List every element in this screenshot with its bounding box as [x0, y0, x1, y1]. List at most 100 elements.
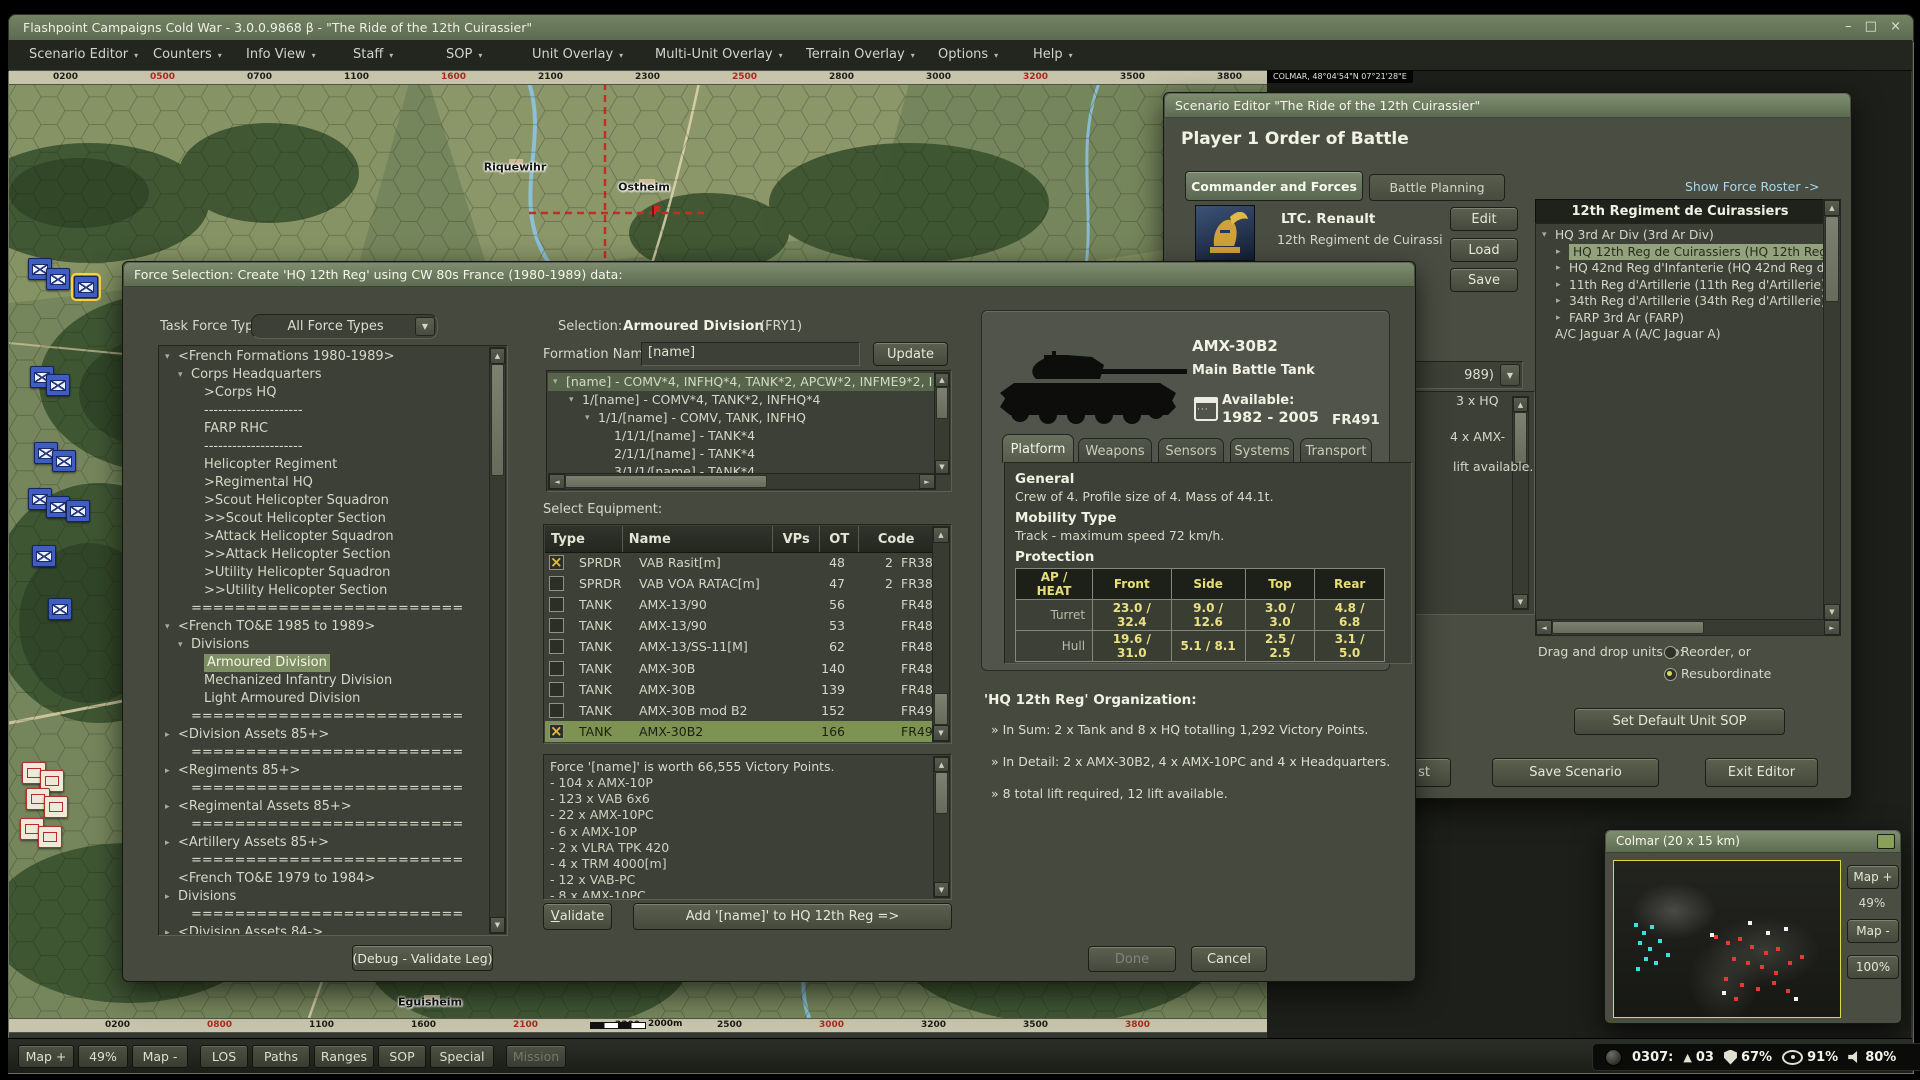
- tree-item[interactable]: ▸34th Reg d'Artillerie (34th Reg d'Artil…: [1537, 293, 1823, 310]
- tree-item[interactable]: =========================: [160, 708, 490, 726]
- show-force-roster-link[interactable]: Show Force Roster ->: [1685, 179, 1819, 194]
- equipment-row[interactable]: TANKAMX-13/9056FR483: [545, 594, 934, 615]
- chevron-collapsed-icon[interactable]: ▸: [165, 834, 178, 852]
- tree-item[interactable]: Helicopter Regiment: [160, 456, 490, 474]
- chevron-down-icon[interactable]: ▼: [1500, 364, 1520, 386]
- resubordinate-label[interactable]: Resubordinate: [1681, 666, 1771, 681]
- statusbar-sop[interactable]: SOP: [378, 1045, 426, 1068]
- chevron-collapsed-icon[interactable]: ▸: [1556, 277, 1569, 294]
- tree-item[interactable]: >>Scout Helicopter Section: [160, 510, 490, 528]
- tree-item[interactable]: ▾[name] - COMV*4, INFHQ*4, TANK*2, APCW*…: [548, 373, 936, 391]
- equipment-row[interactable]: SPRDRVAB VOA RATAC[m]472FR388: [545, 573, 934, 594]
- menu-info-view[interactable]: Info View▾: [246, 40, 316, 70]
- scrollbar[interactable]: ▲ ▼: [489, 347, 506, 934]
- chevron-collapsed-icon[interactable]: ▸: [1556, 244, 1569, 261]
- equipment-row[interactable]: SPRDRVAB Rasit[m]482FR387: [545, 552, 934, 573]
- formation-name-input[interactable]: [name]: [641, 342, 860, 366]
- equipment-row[interactable]: TANKAMX-30B139FR489: [545, 679, 934, 700]
- tree-item[interactable]: >Utility Helicopter Squadron: [160, 564, 490, 582]
- tree-item[interactable]: =========================: [160, 816, 490, 834]
- minimize-button[interactable]: –: [1845, 19, 1852, 34]
- edit-button[interactable]: Edit: [1450, 207, 1518, 231]
- chevron-collapsed-icon[interactable]: ▸: [1556, 310, 1569, 327]
- tree-item[interactable]: >Attack Helicopter Squadron: [160, 528, 490, 546]
- unit-counter[interactable]: [38, 826, 62, 848]
- chevron-collapsed-icon[interactable]: ▸: [165, 888, 178, 906]
- tree-item[interactable]: >Scout Helicopter Squadron: [160, 492, 490, 510]
- unit-counter[interactable]: [44, 796, 68, 818]
- tree-item[interactable]: ---------------------: [160, 438, 490, 456]
- equipment-checkbox[interactable]: [549, 555, 564, 570]
- tree-item[interactable]: =========================: [160, 906, 490, 924]
- close-button[interactable]: ×: [1890, 19, 1901, 34]
- scrollbar[interactable]: ▲ ▼: [932, 526, 950, 742]
- equipment-checkbox[interactable]: [549, 724, 564, 739]
- chevron-collapsed-icon[interactable]: ▸: [165, 924, 178, 934]
- update-button[interactable]: Update: [873, 342, 948, 366]
- column-header-vps[interactable]: VPs: [773, 526, 820, 552]
- tree-item[interactable]: ▸HQ 12th Reg de Cuirassiers (HQ 12th Reg…: [1537, 244, 1823, 261]
- statusbar-map[interactable]: Map +: [18, 1045, 74, 1068]
- cancel-button[interactable]: Cancel: [1191, 946, 1267, 972]
- chevron-expanded-icon[interactable]: ▾: [569, 391, 582, 409]
- chevron-expanded-icon[interactable]: ▾: [585, 409, 598, 427]
- tree-item[interactable]: 2/1/1/[name] - TANK*4: [548, 445, 936, 463]
- save-scenario-button[interactable]: Save Scenario: [1492, 758, 1659, 787]
- tree-item[interactable]: ---------------------: [160, 402, 490, 420]
- done-button[interactable]: Done: [1088, 946, 1176, 972]
- menu-multi-unit-overlay[interactable]: Multi-Unit Overlay▾: [655, 40, 783, 70]
- equipment-row[interactable]: TANKAMX-30B2166FR491: [545, 721, 934, 742]
- tree-item[interactable]: >>Attack Helicopter Section: [160, 546, 490, 564]
- chevron-collapsed-icon[interactable]: ▸: [1556, 293, 1569, 310]
- debug-validate-button[interactable]: (Debug - Validate Leg): [352, 945, 493, 971]
- tree-item[interactable]: <French TO&E 1979 to 1984>: [160, 870, 490, 888]
- equipment-row[interactable]: TANKAMX-13/9053FR484: [545, 615, 934, 636]
- chevron-collapsed-icon[interactable]: ▸: [165, 762, 178, 780]
- equipment-row[interactable]: TANKAMX-13/SS-11[M]62FR485: [545, 636, 934, 657]
- column-header-type[interactable]: Type: [545, 526, 623, 552]
- statusbar-ranges[interactable]: Ranges: [314, 1045, 374, 1068]
- tab-systems[interactable]: Systems: [1230, 438, 1294, 463]
- tab-transport[interactable]: Transport: [1300, 438, 1372, 463]
- minimap-zoom-full-button[interactable]: 100%: [1847, 955, 1899, 979]
- force-tree-scrollbar[interactable]: ▲ ▼: [1823, 199, 1841, 621]
- tree-item[interactable]: ▸<Regiments 85+>: [160, 762, 490, 780]
- column-header-ot[interactable]: OT: [820, 526, 859, 552]
- equipment-checkbox[interactable]: [549, 597, 564, 612]
- tree-item[interactable]: ▸FARP 3rd Ar (FARP): [1537, 310, 1823, 327]
- tree-item[interactable]: FARP RHC: [160, 420, 490, 438]
- statusbar-map[interactable]: Map -: [132, 1045, 188, 1068]
- statusbar-paths[interactable]: Paths: [252, 1045, 310, 1068]
- equipment-checkbox[interactable]: [549, 703, 564, 718]
- minimap-zoom-in-button[interactable]: Map +: [1847, 865, 1899, 889]
- tree-item[interactable]: Armoured Division: [160, 654, 490, 672]
- set-default-unit-sop-button[interactable]: Set Default Unit SOP: [1574, 708, 1785, 735]
- minimap-mode-icon[interactable]: [1877, 834, 1895, 849]
- tab-platform[interactable]: Platform: [1002, 434, 1074, 463]
- save-button[interactable]: Save: [1450, 268, 1518, 292]
- menu-terrain-overlay[interactable]: Terrain Overlay▾: [806, 40, 915, 70]
- chevron-expanded-icon[interactable]: ▾: [165, 618, 178, 636]
- tree-item[interactable]: ▸Divisions: [160, 888, 490, 906]
- unit-counter[interactable]: [74, 276, 98, 298]
- validate-button[interactable]: Validate: [543, 903, 612, 930]
- tree-item[interactable]: =========================: [160, 744, 490, 762]
- menu-scenario-editor[interactable]: Scenario Editor▾: [29, 40, 138, 70]
- reorder-label[interactable]: Reorder, or: [1681, 644, 1751, 659]
- tree-item[interactable]: ▸HQ 42nd Reg d'Infanterie (HQ 42nd Reg d…: [1537, 260, 1823, 277]
- force-tree-hscrollbar[interactable]: ◄ ►: [1535, 619, 1841, 636]
- chevron-collapsed-icon[interactable]: ▸: [165, 798, 178, 816]
- tree-item[interactable]: ▸<Artillery Assets 85+>: [160, 834, 490, 852]
- tree-item[interactable]: Light Armoured Division: [160, 690, 490, 708]
- column-header-name[interactable]: Name: [623, 526, 773, 552]
- menu-counters[interactable]: Counters▾: [153, 40, 222, 70]
- tree-item[interactable]: >Corps HQ: [160, 384, 490, 402]
- maximize-button[interactable]: □: [1865, 19, 1877, 34]
- chevron-expanded-icon[interactable]: ▾: [1542, 227, 1555, 244]
- scrollbar[interactable]: ▲ ▼: [934, 372, 950, 475]
- tree-item[interactable]: ▾Divisions: [160, 636, 490, 654]
- menu-options[interactable]: Options▾: [938, 40, 998, 70]
- unit-counter[interactable]: [46, 268, 70, 290]
- menu-help[interactable]: Help▾: [1033, 40, 1073, 70]
- scrollbar[interactable]: ▲ ▼: [933, 756, 950, 898]
